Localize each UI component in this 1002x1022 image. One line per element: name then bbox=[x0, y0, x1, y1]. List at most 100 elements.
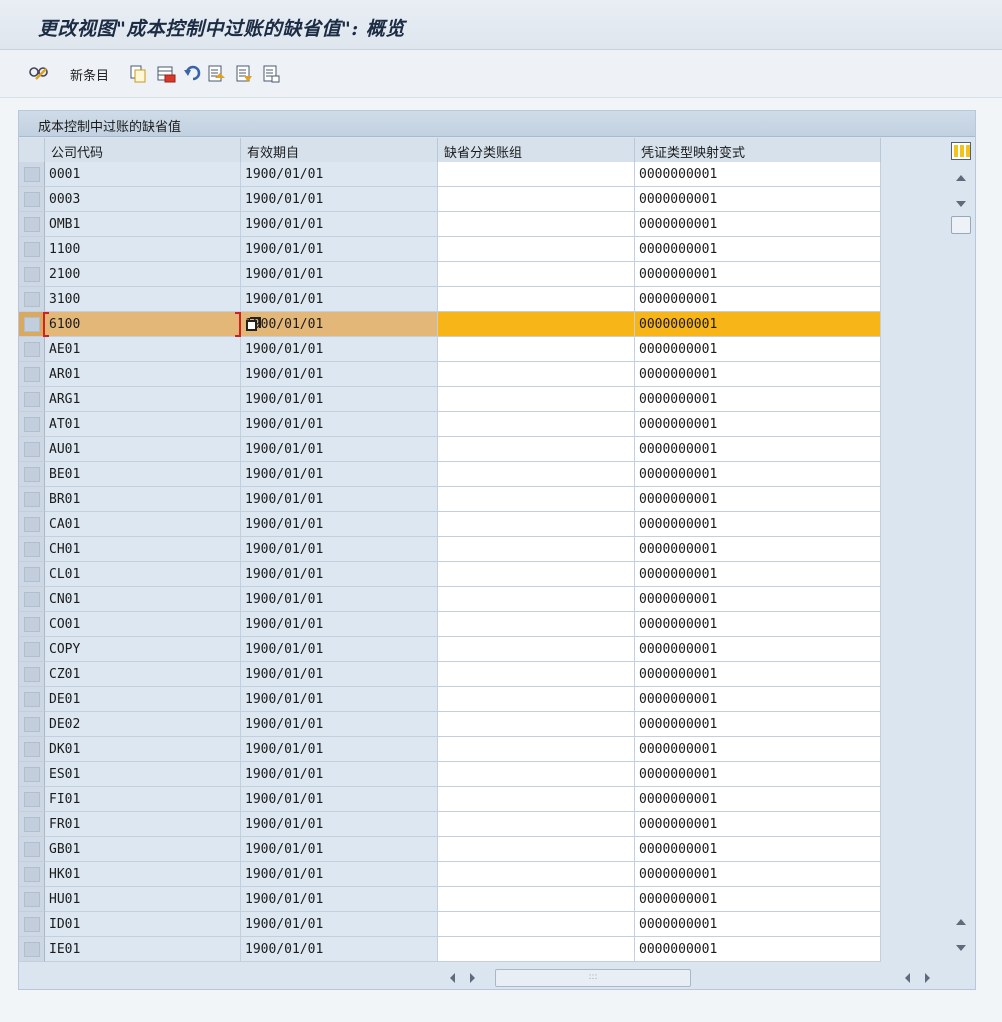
row-selector[interactable] bbox=[19, 537, 45, 562]
row-selector[interactable] bbox=[19, 862, 45, 887]
ledger-group-cell[interactable] bbox=[438, 262, 635, 287]
ledger-group-cell[interactable] bbox=[438, 312, 635, 337]
table-row[interactable]: 0001 1900/01/01 0000000001 bbox=[19, 162, 885, 187]
ledger-group-cell[interactable] bbox=[438, 812, 635, 837]
row-selector[interactable] bbox=[19, 737, 45, 762]
scroll-right-icon-2[interactable] bbox=[925, 973, 930, 983]
ledger-group-cell[interactable] bbox=[438, 387, 635, 412]
copy-as-button[interactable] bbox=[128, 62, 148, 86]
column-header-company-code[interactable]: 公司代码 bbox=[45, 138, 241, 162]
table-row[interactable]: BE01 1900/01/01 0000000001 bbox=[19, 462, 885, 487]
ledger-group-cell[interactable] bbox=[438, 937, 635, 962]
page-down-icon[interactable] bbox=[956, 945, 966, 951]
row-selector[interactable] bbox=[19, 387, 45, 412]
row-selector[interactable] bbox=[19, 712, 45, 737]
ledger-group-cell[interactable] bbox=[438, 612, 635, 637]
ledger-group-cell[interactable] bbox=[438, 187, 635, 212]
row-selector[interactable] bbox=[19, 212, 45, 237]
table-row[interactable]: AT01 1900/01/01 0000000001 bbox=[19, 412, 885, 437]
ledger-group-cell[interactable] bbox=[438, 787, 635, 812]
row-selector[interactable] bbox=[19, 237, 45, 262]
column-header-doc-type-variant[interactable]: 凭证类型映射变式 bbox=[635, 138, 881, 162]
ledger-group-cell[interactable] bbox=[438, 237, 635, 262]
table-row[interactable]: ES01 1900/01/01 0000000001 bbox=[19, 762, 885, 787]
row-selector[interactable] bbox=[19, 912, 45, 937]
row-selector[interactable] bbox=[19, 687, 45, 712]
table-row[interactable]: AU01 1900/01/01 0000000001 bbox=[19, 437, 885, 462]
table-row[interactable]: 2100 1900/01/01 0000000001 bbox=[19, 262, 885, 287]
display-change-button[interactable] bbox=[28, 62, 48, 86]
table-row[interactable]: 1100 1900/01/01 0000000001 bbox=[19, 237, 885, 262]
ledger-group-cell[interactable] bbox=[438, 837, 635, 862]
ledger-group-cell[interactable] bbox=[438, 212, 635, 237]
ledger-group-cell[interactable] bbox=[438, 587, 635, 612]
row-selector[interactable] bbox=[19, 512, 45, 537]
table-row[interactable]: 6100 1900/01/01 0000000001 bbox=[19, 312, 885, 337]
row-selector[interactable] bbox=[19, 287, 45, 312]
vertical-scroll-thumb[interactable] bbox=[951, 216, 971, 234]
table-row[interactable]: IE01 1900/01/01 0000000001 bbox=[19, 937, 885, 962]
ledger-group-cell[interactable] bbox=[438, 562, 635, 587]
table-row[interactable]: CN01 1900/01/01 0000000001 bbox=[19, 587, 885, 612]
table-row[interactable]: FI01 1900/01/01 0000000001 bbox=[19, 787, 885, 812]
ledger-group-cell[interactable] bbox=[438, 337, 635, 362]
ledger-group-cell[interactable] bbox=[438, 762, 635, 787]
row-selector[interactable] bbox=[19, 487, 45, 512]
scroll-up-icon[interactable] bbox=[956, 175, 966, 181]
row-selector[interactable] bbox=[19, 662, 45, 687]
column-header-ledger-group[interactable]: 缺省分类账组 bbox=[438, 138, 635, 162]
ledger-group-cell[interactable] bbox=[438, 662, 635, 687]
select-all-button[interactable] bbox=[206, 62, 226, 86]
deselect-all-button[interactable] bbox=[261, 62, 281, 86]
ledger-group-cell[interactable] bbox=[438, 487, 635, 512]
new-entries-button[interactable]: 新条目 bbox=[62, 62, 109, 86]
ledger-group-cell[interactable] bbox=[438, 712, 635, 737]
table-row[interactable]: AR01 1900/01/01 0000000001 bbox=[19, 362, 885, 387]
column-settings-icon[interactable] bbox=[951, 142, 971, 160]
ledger-group-cell[interactable] bbox=[438, 537, 635, 562]
row-selector[interactable] bbox=[19, 462, 45, 487]
row-selector[interactable] bbox=[19, 587, 45, 612]
select-block-button[interactable] bbox=[234, 62, 254, 86]
row-selector[interactable] bbox=[19, 162, 45, 187]
table-row[interactable]: DE01 1900/01/01 0000000001 bbox=[19, 687, 885, 712]
scroll-left-icon-2[interactable] bbox=[905, 973, 910, 983]
ledger-group-cell[interactable] bbox=[438, 687, 635, 712]
table-row[interactable]: HK01 1900/01/01 0000000001 bbox=[19, 862, 885, 887]
ledger-group-cell[interactable] bbox=[438, 912, 635, 937]
ledger-group-cell[interactable] bbox=[438, 462, 635, 487]
ledger-group-cell[interactable] bbox=[438, 887, 635, 912]
row-selector[interactable] bbox=[19, 362, 45, 387]
ledger-group-cell[interactable] bbox=[438, 162, 635, 187]
row-selector[interactable] bbox=[19, 187, 45, 212]
page-up-icon[interactable] bbox=[956, 919, 966, 925]
row-selector[interactable] bbox=[19, 312, 45, 337]
row-selector[interactable] bbox=[19, 562, 45, 587]
table-row[interactable]: COPY 1900/01/01 0000000001 bbox=[19, 637, 885, 662]
select-all-rows-header[interactable] bbox=[19, 138, 45, 162]
table-row[interactable]: CA01 1900/01/01 0000000001 bbox=[19, 512, 885, 537]
table-row[interactable]: HU01 1900/01/01 0000000001 bbox=[19, 887, 885, 912]
row-selector[interactable] bbox=[19, 262, 45, 287]
table-row[interactable]: FR01 1900/01/01 0000000001 bbox=[19, 812, 885, 837]
table-row[interactable]: 3100 1900/01/01 0000000001 bbox=[19, 287, 885, 312]
horizontal-scroll-thumb[interactable]: ::: bbox=[495, 969, 691, 987]
table-row[interactable]: CL01 1900/01/01 0000000001 bbox=[19, 562, 885, 587]
table-row[interactable]: CH01 1900/01/01 0000000001 bbox=[19, 537, 885, 562]
ledger-group-cell[interactable] bbox=[438, 637, 635, 662]
scroll-right-icon[interactable] bbox=[470, 973, 475, 983]
table-row[interactable]: CZ01 1900/01/01 0000000001 bbox=[19, 662, 885, 687]
row-selector[interactable] bbox=[19, 887, 45, 912]
table-row[interactable]: ARG1 1900/01/01 0000000001 bbox=[19, 387, 885, 412]
table-row[interactable]: 0003 1900/01/01 0000000001 bbox=[19, 187, 885, 212]
ledger-group-cell[interactable] bbox=[438, 512, 635, 537]
row-selector[interactable] bbox=[19, 637, 45, 662]
scroll-down-icon[interactable] bbox=[956, 201, 966, 207]
scroll-left-icon[interactable] bbox=[450, 973, 455, 983]
column-header-valid-from[interactable]: 有效期自 bbox=[241, 138, 438, 162]
table-row[interactable]: AE01 1900/01/01 0000000001 bbox=[19, 337, 885, 362]
delete-button[interactable] bbox=[156, 62, 176, 86]
row-selector[interactable] bbox=[19, 937, 45, 962]
table-row[interactable]: DK01 1900/01/01 0000000001 bbox=[19, 737, 885, 762]
ledger-group-cell[interactable] bbox=[438, 737, 635, 762]
